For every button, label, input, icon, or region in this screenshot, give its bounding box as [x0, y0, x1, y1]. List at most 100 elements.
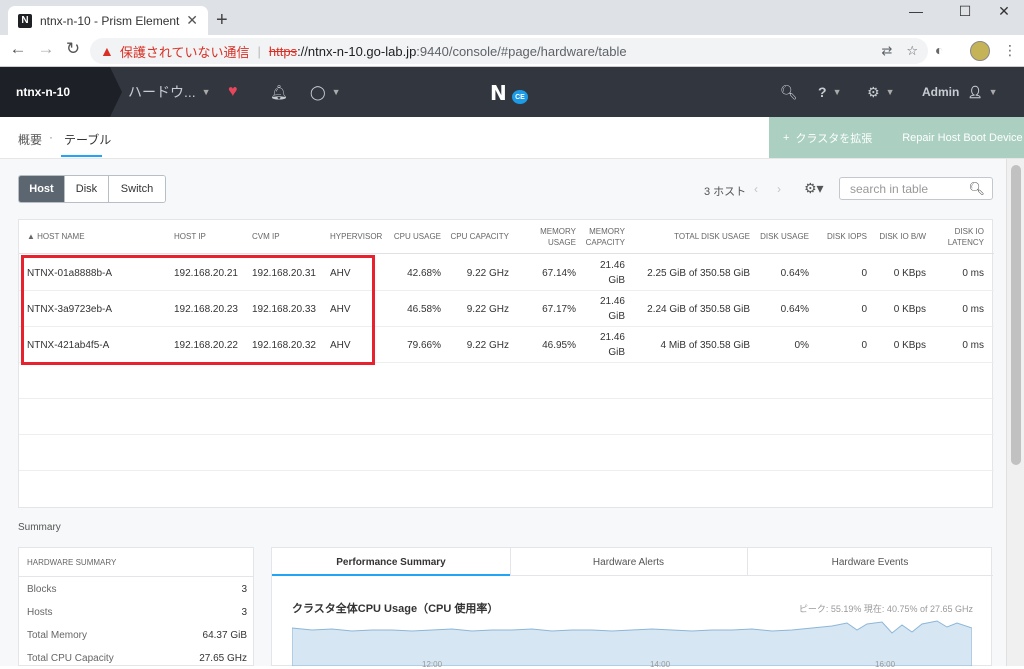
hardware-summary-header: HARDWARE SUMMARY	[27, 558, 117, 567]
expand-cluster-button[interactable]: クラスタを拡張	[795, 130, 872, 146]
tab-hardware-events[interactable]: Hardware Events	[747, 548, 993, 576]
highlight-annotation-box	[21, 255, 375, 365]
reload-icon[interactable]: ↻	[61, 39, 85, 59]
cell-disk-usage: 0%	[794, 339, 809, 351]
alerts-button[interactable]: 🔔︎	[270, 67, 288, 117]
search-icon: 🔍︎	[968, 181, 985, 196]
view-switch-button[interactable]: Switch	[109, 176, 165, 202]
translate-icon[interactable]: ⇄	[881, 43, 892, 59]
view-disk-button[interactable]: Disk	[65, 176, 109, 202]
main-menu-dropdown[interactable]: ハードウ... ▼	[128, 67, 211, 117]
tab-hardware-alerts[interactable]: Hardware Alerts	[510, 548, 747, 576]
col-host-ip[interactable]: HOST IP	[174, 220, 244, 254]
time-tick: 16:00	[875, 660, 896, 669]
summary-key: Hosts	[27, 607, 53, 618]
cell-memory-capacity: 21.46 GiB	[599, 332, 625, 358]
action-bar: + クラスタを拡張 Repair Host Boot Device	[769, 117, 1024, 158]
window-close-icon[interactable]: ✕	[984, 3, 1024, 20]
health-button[interactable]: ♥	[228, 67, 238, 117]
prev-page-icon[interactable]: ‹	[754, 182, 758, 196]
col-disk-usage[interactable]: DISK USAGE	[757, 220, 809, 254]
cluster-name[interactable]: ntnx-n-10	[0, 67, 110, 117]
empty-row	[19, 363, 994, 399]
performance-panel: Performance Summary Hardware Alerts Hard…	[271, 547, 993, 669]
performance-tabs: Performance Summary Hardware Alerts Hard…	[272, 548, 993, 576]
col-cpu-usage[interactable]: CPU USAGE	[389, 220, 441, 254]
gear-icon: ⚙	[867, 83, 880, 100]
chevron-down-icon: ▼	[832, 87, 842, 97]
summary-key: Total CPU Capacity	[27, 653, 114, 664]
ce-badge: CE	[512, 90, 528, 104]
browser-profile-avatar[interactable]	[970, 41, 990, 61]
table-header: ▲ HOST NAME HOST IP CVM IP HYPERVISOR CP…	[19, 220, 994, 254]
summary-value: 3	[241, 584, 247, 595]
cell-disk-iops: 0	[861, 339, 867, 351]
bookmark-star-icon[interactable]: ☆	[906, 43, 918, 59]
address-bar[interactable]: ▲ 保護されていない通信 | https ://ntnx-n-10.go-lab…	[90, 38, 928, 64]
cell-memory-usage: 46.95%	[542, 339, 576, 351]
cell-memory-usage: 67.17%	[542, 303, 576, 315]
tab-close-icon[interactable]: ✕	[186, 12, 198, 29]
view-host-button[interactable]: Host	[19, 176, 65, 202]
active-tab-indicator	[61, 155, 102, 157]
user-icon: 👤︎	[967, 85, 983, 99]
security-warning[interactable]: 保護されていない通信	[120, 42, 250, 61]
search-icon: 🔍︎	[780, 83, 798, 100]
browser-toolbar: ← → ↻ ▲ 保護されていない通信 | https ://ntnx-n-10.…	[0, 35, 1024, 67]
time-tick: 14:00	[650, 660, 671, 669]
minimize-icon[interactable]: —	[896, 3, 936, 19]
col-host-name[interactable]: ▲ HOST NAME	[27, 220, 157, 254]
cpu-usage-sparkline	[292, 620, 972, 666]
header-search-button[interactable]: 🔍︎	[780, 67, 798, 117]
repair-host-boot-device-button[interactable]: Repair Host Boot Device	[902, 132, 1022, 144]
page-scrollbar[interactable]	[1006, 159, 1024, 666]
extension-icon[interactable]: ◐	[935, 42, 943, 58]
cluster-name-arrow	[110, 67, 122, 117]
user-menu-dropdown[interactable]: Admin 👤︎ ▼	[922, 67, 998, 117]
help-dropdown[interactable]: ? ▼	[818, 67, 841, 117]
col-hypervisor[interactable]: HYPERVISOR	[330, 220, 385, 254]
cell-disk-io-latency: 0 ms	[962, 303, 984, 315]
col-total-disk-usage[interactable]: TOTAL DISK USAGE	[639, 220, 750, 254]
cell-disk-io-latency: 0 ms	[962, 267, 984, 279]
browser-tab[interactable]: N ntnx-n-10 - Prism Element ✕	[8, 6, 208, 35]
address-separator: |	[257, 43, 261, 59]
scrollbar-thumb[interactable]	[1011, 165, 1021, 465]
col-disk-io-bw[interactable]: DISK IO B/W	[874, 220, 926, 254]
cell-disk-io-latency: 0 ms	[962, 339, 984, 351]
tab-performance-summary[interactable]: Performance Summary	[272, 548, 510, 576]
maximize-icon[interactable]: ☐	[945, 3, 985, 20]
new-tab-icon[interactable]: +	[216, 9, 228, 32]
main-menu-label: ハードウ...	[128, 84, 196, 100]
cell-cpu-usage: 46.58%	[407, 303, 441, 315]
next-page-icon[interactable]: ›	[777, 182, 781, 196]
url-host: ://ntnx-n-10.go-lab.jp	[297, 43, 417, 59]
table-settings-gear-icon[interactable]: ⚙▾	[804, 180, 824, 197]
col-disk-io-latency[interactable]: DISK IO LATENCY	[934, 220, 984, 254]
empty-row	[19, 399, 994, 435]
table-search-input[interactable]: search in table 🔍︎	[839, 177, 993, 200]
back-icon[interactable]: ←	[6, 39, 30, 59]
tasks-dropdown[interactable]: ◯ ▼	[310, 67, 341, 117]
col-memory-usage[interactable]: MEMORY USAGE	[529, 220, 576, 254]
col-cpu-capacity[interactable]: CPU CAPACITY	[447, 220, 509, 254]
settings-dropdown[interactable]: ⚙ ▼	[867, 67, 894, 117]
tab-table[interactable]: テーブル	[64, 131, 111, 148]
cell-total-disk-usage: 2.25 GiB of 350.58 GiB	[647, 267, 750, 279]
forward-icon[interactable]: →	[34, 39, 58, 59]
cell-cpu-capacity: 9.22 GHz	[466, 303, 509, 315]
col-disk-iops[interactable]: DISK IOPS	[817, 220, 867, 254]
active-tab-indicator	[272, 574, 510, 576]
cell-cpu-usage: 79.66%	[407, 339, 441, 351]
view-toggle: Host Disk Switch	[18, 175, 166, 203]
col-memory-capacity[interactable]: MEMORY CAPACITY	[581, 220, 625, 254]
plus-icon: +	[783, 131, 790, 144]
tab-overview[interactable]: 概要	[18, 131, 42, 148]
search-placeholder: search in table	[850, 182, 929, 196]
chrome-menu-icon[interactable]: ⋮	[1003, 42, 1017, 59]
cell-memory-capacity: 21.46 GiB	[599, 296, 625, 322]
bell-icon: 🔔︎	[270, 83, 288, 100]
nutanix-n-logo-icon: N	[490, 81, 507, 105]
nutanix-logo: N CE	[490, 81, 528, 105]
col-cvm-ip[interactable]: CVM IP	[252, 220, 322, 254]
